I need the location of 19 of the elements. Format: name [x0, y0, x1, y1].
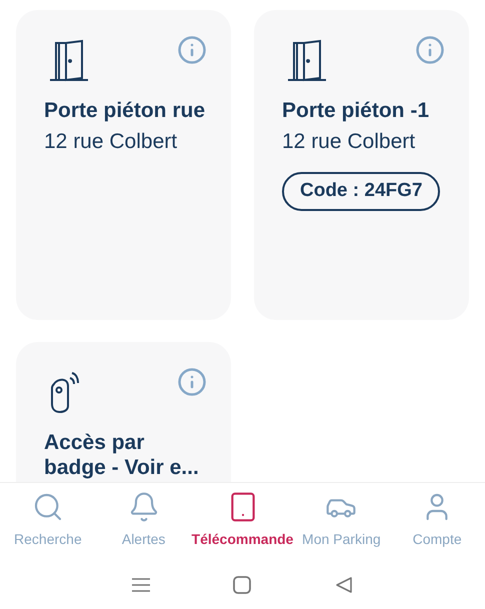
home-icon[interactable] — [233, 576, 252, 594]
card-address: 12 rue Colbert — [44, 129, 178, 155]
card-title: Porte piéton -1 — [282, 98, 430, 123]
access-card[interactable]: Porte piéton -1 12 rue Colbert Code : 24FG7 — [254, 10, 469, 320]
card-address: 12 rue Colbert — [282, 129, 416, 155]
info-icon[interactable] — [177, 367, 207, 397]
info-icon[interactable] — [177, 35, 207, 65]
info-icon[interactable] — [415, 35, 445, 65]
menu-icon[interactable] — [132, 576, 150, 592]
access-card[interactable]: Accès par badge - Voir e... — [16, 342, 231, 482]
card-title: Accès par badge - Voir e... — [44, 430, 200, 480]
door-icon — [286, 38, 328, 82]
card-title: Porte piéton rue — [44, 98, 206, 123]
code-badge: Code : 24FG7 — [282, 172, 440, 210]
door-icon — [48, 38, 90, 82]
nav-tab[interactable]: Télécommande — [192, 483, 294, 560]
back-icon[interactable] — [335, 576, 354, 594]
key-fob-icon — [48, 370, 80, 414]
access-card[interactable]: Porte piéton rue 12 rue Colbert — [16, 10, 231, 320]
